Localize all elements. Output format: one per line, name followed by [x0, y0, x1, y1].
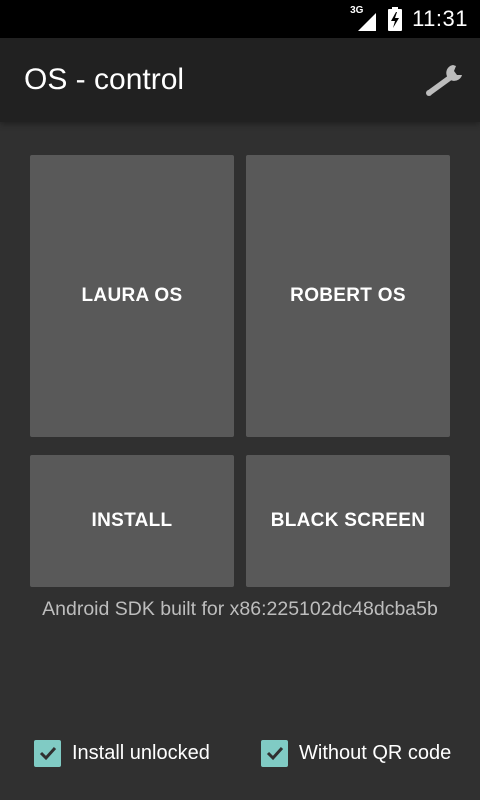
app-title: OS - control — [24, 63, 185, 96]
checkmark-icon — [266, 746, 283, 761]
install-unlocked-option[interactable]: Install unlocked — [34, 736, 210, 770]
status-bar: 3G 11:31 — [0, 0, 480, 38]
device-id-text: Android SDK built for x86:225102dc48dcba… — [42, 598, 438, 620]
robert-os-button[interactable]: ROBERT OS — [246, 155, 450, 437]
checkmark-icon — [39, 746, 56, 761]
battery-charging-icon — [388, 7, 403, 31]
black-screen-button[interactable]: BLACK SCREEN — [246, 455, 450, 587]
signal-icon: 3G — [350, 5, 377, 31]
install-unlocked-label: Install unlocked — [72, 741, 210, 764]
status-time: 11:31 — [412, 6, 468, 31]
install-button[interactable]: INSTALL — [30, 455, 234, 587]
app-bar: OS - control — [0, 38, 480, 122]
install-unlocked-checkbox[interactable] — [34, 739, 61, 767]
without-qr-option[interactable]: Without QR code — [261, 736, 451, 770]
wrench-icon[interactable] — [422, 58, 466, 102]
laura-os-button[interactable]: LAURA OS — [30, 155, 234, 437]
without-qr-checkbox[interactable] — [261, 739, 288, 767]
without-qr-label: Without QR code — [299, 741, 452, 764]
